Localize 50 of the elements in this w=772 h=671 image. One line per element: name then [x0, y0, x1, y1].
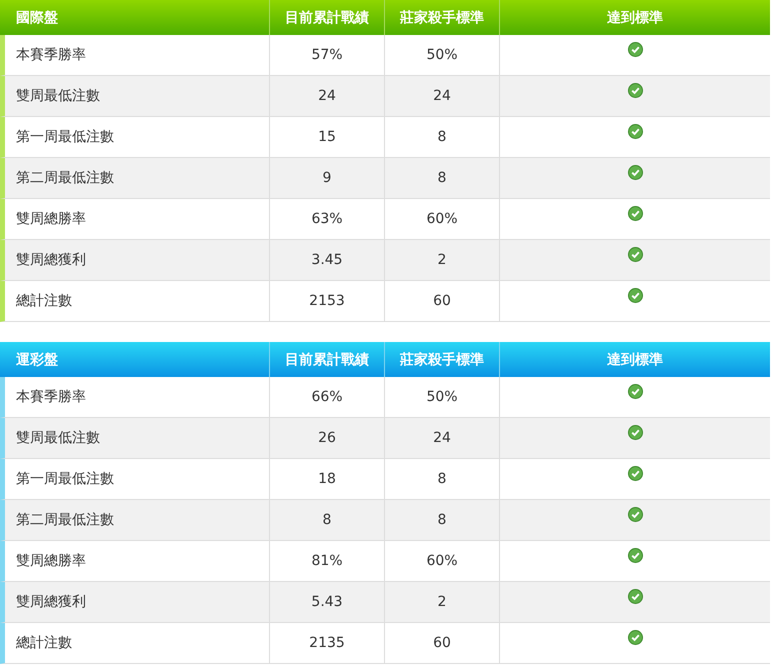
table-cell: 本賽季勝率 — [0, 35, 269, 76]
table-cell: 24 — [384, 76, 499, 117]
table-cell: 雙周最低注數 — [0, 418, 269, 459]
table-cell: 8 — [269, 500, 384, 541]
column-header: 目前累計戰績 — [269, 0, 384, 35]
table-cell: 總計注數 — [0, 281, 269, 322]
table-cell: 2135 — [269, 623, 384, 664]
table-cell: 3.45 — [269, 240, 384, 281]
table-cell: 2 — [384, 582, 499, 623]
table-cell: 2 — [384, 240, 499, 281]
column-header: 達到標準 — [499, 0, 770, 35]
table-cell: 81% — [269, 541, 384, 582]
column-header: 國際盤 — [0, 0, 269, 35]
table-cell: 60 — [384, 623, 499, 664]
table-cell: 5.43 — [269, 582, 384, 623]
table-cell: 雙周總勝率 — [0, 199, 269, 240]
column-header: 達到標準 — [499, 342, 770, 377]
table-cell: 50% — [384, 35, 499, 76]
table-cell: 2153 — [269, 281, 384, 322]
table-cell: 24 — [269, 76, 384, 117]
table-cell: 24 — [384, 418, 499, 459]
column-header: 目前累計戰績 — [269, 342, 384, 377]
table-cell: 8 — [384, 459, 499, 500]
column-header: 莊家殺手標準 — [384, 0, 499, 35]
table-cell: 第二周最低注數 — [0, 500, 269, 541]
table-cell: 第二周最低注數 — [0, 158, 269, 199]
table-cell: 60% — [384, 541, 499, 582]
table-cell: 26 — [269, 418, 384, 459]
table-cell: 66% — [269, 377, 384, 418]
table-cell: 8 — [384, 500, 499, 541]
table-cell: 15 — [269, 117, 384, 158]
table-cell: 8 — [384, 117, 499, 158]
table-cell: 50% — [384, 377, 499, 418]
table-cell: 第一周最低注數 — [0, 117, 269, 158]
table-cell: 雙周總獲利 — [0, 240, 269, 281]
table-cell: 雙周最低注數 — [0, 76, 269, 117]
table-cell: 9 — [269, 158, 384, 199]
table-cell: 8 — [384, 158, 499, 199]
table-cell: 本賽季勝率 — [0, 377, 269, 418]
table-cell: 57% — [269, 35, 384, 76]
table-cell: 雙周總勝率 — [0, 541, 269, 582]
table-cell: 雙周總獲利 — [0, 582, 269, 623]
table-cell: 63% — [269, 199, 384, 240]
table-cell: 總計注數 — [0, 623, 269, 664]
column-header: 運彩盤 — [0, 342, 269, 377]
table-cell: 60% — [384, 199, 499, 240]
column-header: 莊家殺手標準 — [384, 342, 499, 377]
table-cell: 60 — [384, 281, 499, 322]
table-cell: 第一周最低注數 — [0, 459, 269, 500]
table-cell: 18 — [269, 459, 384, 500]
